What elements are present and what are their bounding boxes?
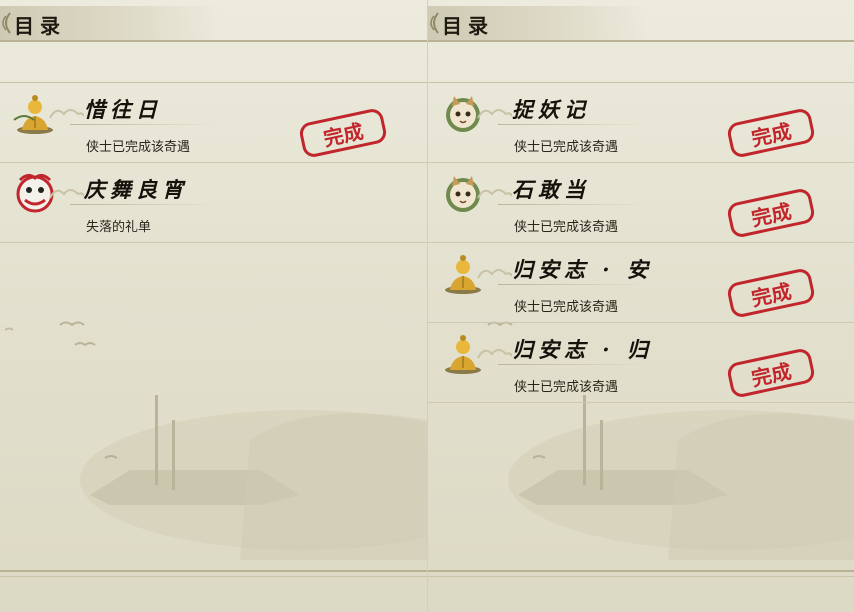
catalog-header: 目录 <box>428 6 854 40</box>
cloud-ornament-icon <box>477 189 512 199</box>
scroll-curl-icon <box>2 12 11 34</box>
catalog-page-right: 目录 捉妖记 侠士已完成该奇遇 完成 石敢当 侠士已完成该奇遇 完成 归安志 ·… <box>427 0 854 612</box>
completed-stamp: 完成 <box>727 349 815 397</box>
cloud-ornament-icon <box>49 189 84 199</box>
completed-stamp: 完成 <box>727 189 815 237</box>
cloud-ornament-icon <box>49 109 84 119</box>
entry-subtitle: 侠士已完成该奇遇 <box>514 380 619 395</box>
title-underline <box>498 204 648 205</box>
title-underline <box>498 364 648 365</box>
adventure-entry[interactable]: 石敢当 侠士已完成该奇遇 完成 <box>428 164 854 244</box>
scroll-curl-icon <box>430 12 439 34</box>
completed-stamp: 完成 <box>299 109 387 157</box>
catalog-header: 目录 <box>0 6 427 40</box>
entry-title: 石敢当 <box>512 177 590 202</box>
entry-title: 捉妖记 <box>512 97 590 122</box>
completed-stamp: 完成 <box>727 269 815 317</box>
adventure-entry[interactable]: 庆舞良宵 失落的礼单 <box>0 164 427 244</box>
header-divider <box>0 40 427 42</box>
cloud-ornament-icon <box>477 269 512 279</box>
entry-title: 归安志 · 归 <box>512 337 653 362</box>
entry-divider <box>428 322 854 323</box>
entry-subtitle: 侠士已完成该奇遇 <box>514 300 619 315</box>
entry-subtitle: 侠士已完成该奇遇 <box>86 140 191 155</box>
entry-divider <box>428 162 854 163</box>
completed-stamp: 完成 <box>727 109 815 157</box>
adventure-entry[interactable]: 捉妖记 侠士已完成该奇遇 完成 <box>428 84 854 164</box>
footer-divider-thin <box>0 576 427 577</box>
adventure-entry[interactable]: 归安志 · 安 侠士已完成该奇遇 完成 <box>428 244 854 324</box>
header-divider <box>428 40 854 42</box>
entry-subtitle: 侠士已完成该奇遇 <box>514 220 619 235</box>
entry-title: 庆舞良宵 <box>84 177 188 202</box>
cloud-ornament-icon <box>477 349 512 359</box>
entry-title: 归安志 · 安 <box>512 257 653 282</box>
entry-divider <box>0 242 427 243</box>
entry-title: 惜往日 <box>84 97 162 122</box>
entry-divider <box>0 162 427 163</box>
title-underline <box>498 124 648 125</box>
entry-subtitle: 失落的礼单 <box>86 220 152 235</box>
cloud-ornament-icon <box>477 109 512 119</box>
footer-divider-thin <box>428 576 854 577</box>
adventure-entry[interactable]: 归安志 · 归 侠士已完成该奇遇 完成 <box>428 324 854 404</box>
footer-divider <box>428 570 854 572</box>
page-title: 目录 <box>14 14 66 38</box>
section-divider <box>428 82 854 83</box>
title-underline <box>70 124 220 125</box>
entry-divider <box>428 402 854 403</box>
entry-divider <box>428 242 854 243</box>
section-divider <box>0 82 427 83</box>
page-title: 目录 <box>442 14 494 38</box>
title-underline <box>70 204 220 205</box>
entry-subtitle: 侠士已完成该奇遇 <box>514 140 619 155</box>
title-underline <box>498 284 648 285</box>
adventure-entry[interactable]: 惜往日 侠士已完成该奇遇 完成 <box>0 84 427 164</box>
catalog-page-left: 目录 惜往日 侠士已完成该奇遇 完成 庆舞良宵 失落的礼单 <box>0 0 427 612</box>
footer-divider <box>0 570 427 572</box>
